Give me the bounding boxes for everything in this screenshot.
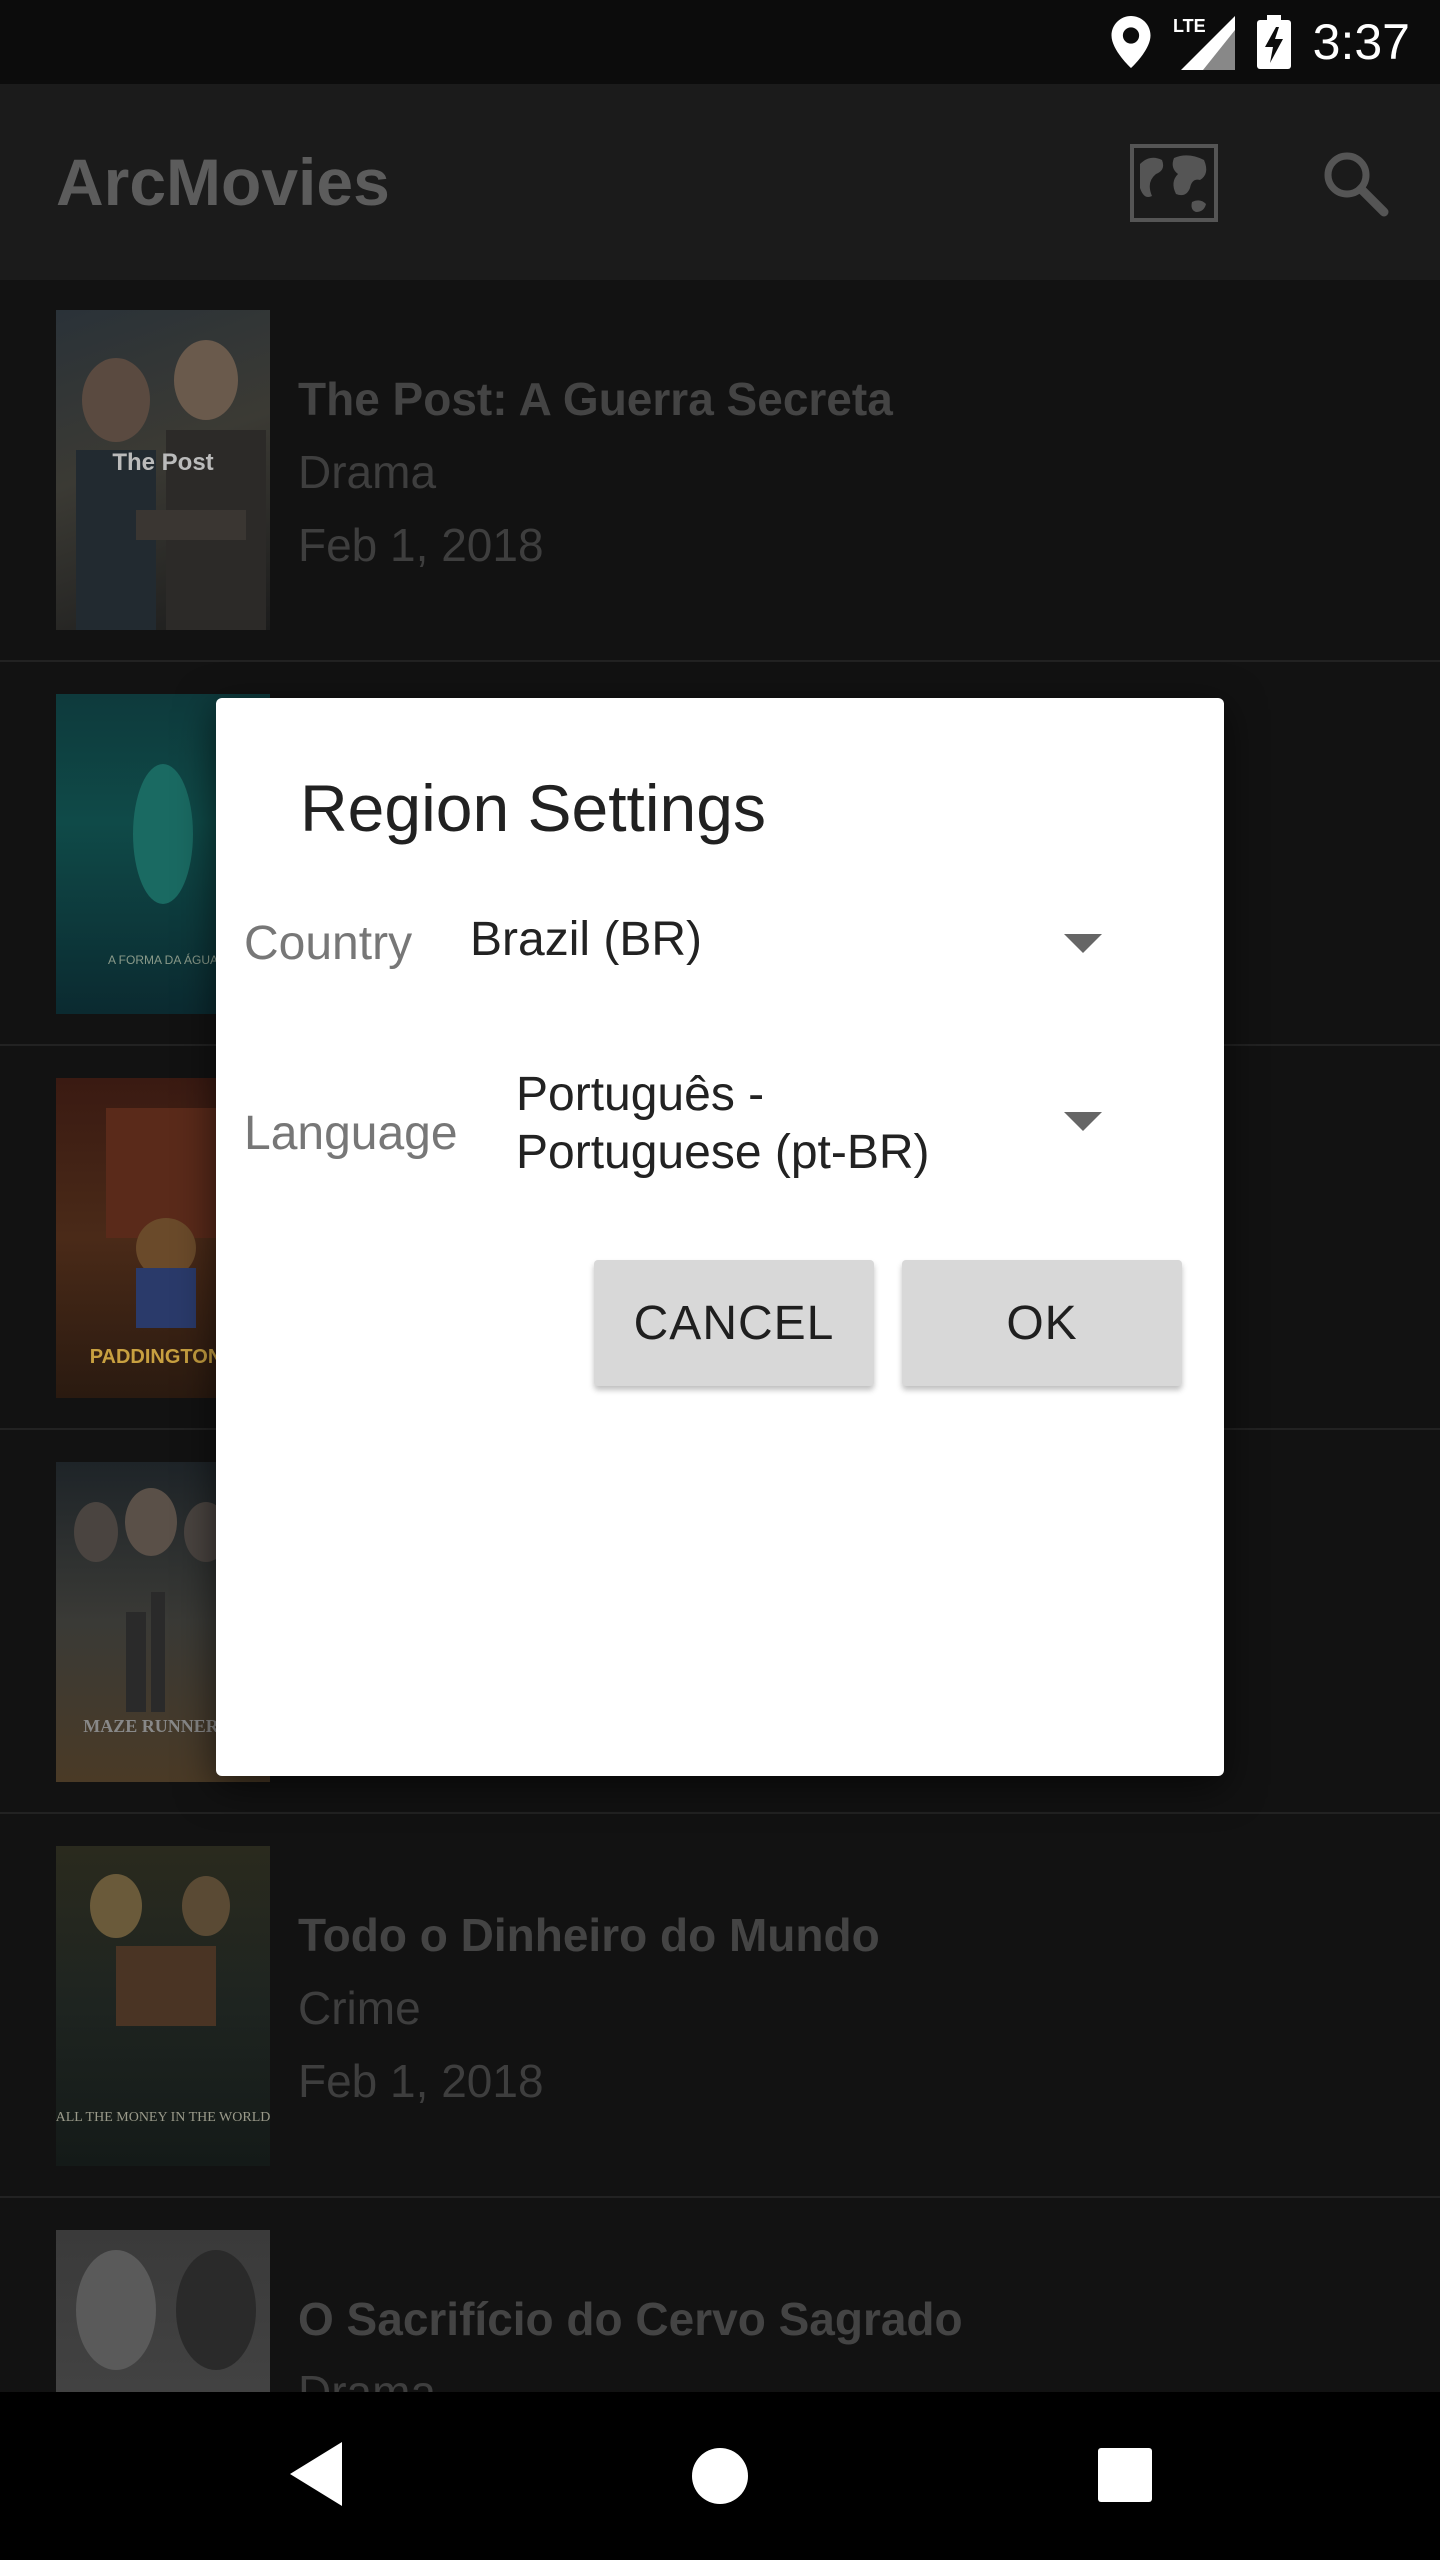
cancel-button[interactable]: CANCEL bbox=[594, 1260, 874, 1386]
svg-text:PADDINGTON: PADDINGTON bbox=[90, 1346, 223, 1368]
movie-poster bbox=[56, 2230, 270, 2392]
language-label: Language bbox=[244, 1107, 458, 1160]
movie-date: Feb 1, 2018 bbox=[298, 2055, 544, 2107]
svg-text:The Post: The Post bbox=[112, 449, 213, 476]
dialog-title: Region Settings bbox=[300, 771, 766, 845]
movie-row[interactable]: The Post The Post: A Guerra Secreta Dram… bbox=[0, 280, 1440, 662]
ok-button[interactable]: OK bbox=[902, 1260, 1182, 1386]
svg-text:LTE: LTE bbox=[1173, 16, 1206, 36]
status-bar: LTE 3:37 bbox=[0, 0, 1440, 84]
movie-poster: The Post bbox=[56, 310, 270, 630]
movie-title: Todo o Dinheiro do Mundo bbox=[298, 1909, 880, 1961]
chevron-down-icon[interactable] bbox=[1064, 934, 1102, 953]
movie-title: O Sacrifício do Cervo Sagrado bbox=[298, 2293, 963, 2345]
language-dropdown[interactable]: Português - Portuguese (pt-BR) bbox=[516, 1066, 930, 1182]
app-title: ArcMovies bbox=[56, 145, 390, 219]
movie-date: Feb 1, 2018 bbox=[298, 519, 544, 571]
movie-genre: Crime bbox=[298, 1982, 421, 2034]
status-icons: LTE 3:37 bbox=[1111, 0, 1410, 84]
home-icon[interactable] bbox=[692, 2448, 748, 2504]
map-icon[interactable] bbox=[1130, 144, 1218, 222]
country-label: Country bbox=[244, 917, 413, 970]
battery-charging-icon bbox=[1256, 15, 1291, 69]
poster-art: The Post bbox=[76, 340, 266, 630]
country-dropdown[interactable]: Brazil (BR) bbox=[470, 911, 702, 969]
movie-row[interactable]: ALL THE MONEY IN THE WORLD Todo o Dinhei… bbox=[0, 1816, 1440, 2198]
app-bar: ArcMovies bbox=[0, 84, 1440, 280]
poster-art bbox=[76, 2250, 256, 2370]
svg-text:A FORMA DA ÁGUA: A FORMA DA ÁGUA bbox=[108, 952, 218, 967]
back-icon[interactable] bbox=[290, 2442, 342, 2506]
movie-genre: Drama bbox=[298, 446, 437, 498]
language-value-line2: Portuguese (pt-BR) bbox=[516, 1126, 930, 1179]
recents-icon[interactable] bbox=[1098, 2448, 1152, 2502]
movie-title: The Post: A Guerra Secreta bbox=[298, 373, 893, 425]
svg-text:MAZE RUNNER: MAZE RUNNER bbox=[83, 1716, 220, 1736]
chevron-down-icon[interactable] bbox=[1064, 1112, 1102, 1131]
svg-text:ALL THE MONEY IN THE WORLD: ALL THE MONEY IN THE WORLD bbox=[56, 2110, 270, 2125]
search-icon[interactable] bbox=[1320, 148, 1390, 218]
movie-poster: ALL THE MONEY IN THE WORLD bbox=[56, 1846, 270, 2166]
poster-art: ALL THE MONEY IN THE WORLD bbox=[56, 1874, 270, 2125]
language-value-line1: Português - bbox=[516, 1068, 765, 1121]
region-settings-dialog: Region Settings Country Brazil (BR) Lang… bbox=[216, 698, 1224, 1776]
movie-row[interactable]: O Sacrifício do Cervo Sagrado Drama bbox=[0, 2200, 1440, 2392]
signal-icon: LTE bbox=[1173, 16, 1235, 70]
movie-genre: Drama bbox=[298, 2366, 437, 2392]
status-time: 3:37 bbox=[1312, 14, 1410, 70]
location-icon bbox=[1111, 16, 1151, 68]
navigation-bar bbox=[0, 2392, 1440, 2560]
